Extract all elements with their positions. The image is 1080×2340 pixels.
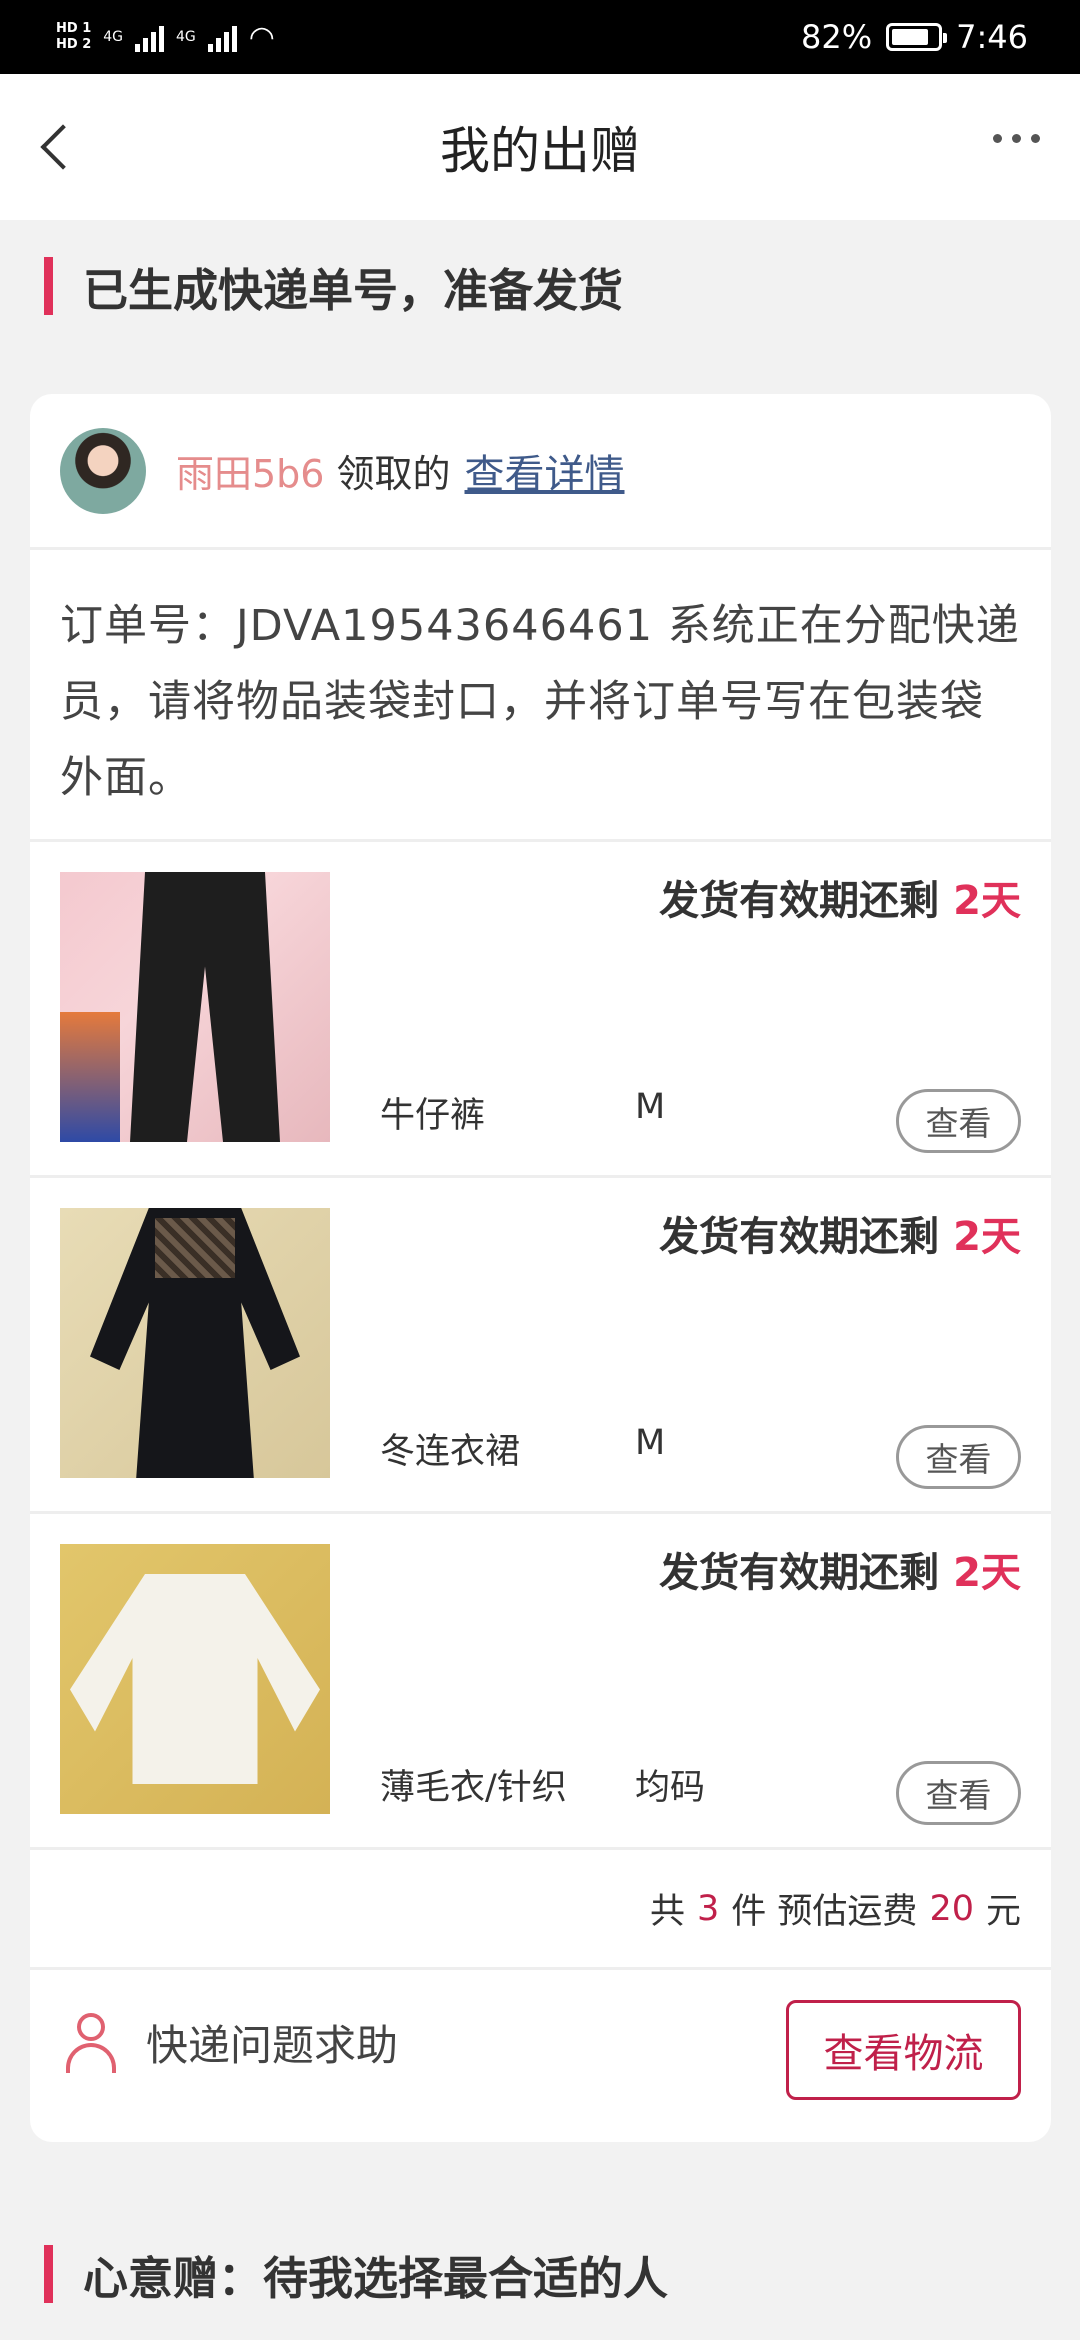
- view-details-link[interactable]: 查看详情: [465, 442, 625, 500]
- recipient-row: 雨田5b6 领取的 查看详情: [30, 394, 1051, 550]
- item-size: M: [635, 1423, 666, 1463]
- deadline-days: 2天: [953, 1550, 1021, 1596]
- item-photo[interactable]: [60, 1208, 330, 1478]
- list-item: 发货有效期还剩 2天 薄毛衣/针织 均码 查看: [30, 1514, 1051, 1850]
- back-button[interactable]: [28, 114, 88, 180]
- view-logistics-button[interactable]: 查看物流: [786, 2000, 1021, 2100]
- item-photo[interactable]: [60, 872, 330, 1142]
- signal-icon: [135, 22, 165, 52]
- status-bar: HD 1 HD 2 4G 4G ◠ 82% 7:46: [0, 0, 1080, 74]
- avatar[interactable]: [60, 427, 146, 514]
- net2-label: 4G: [176, 29, 196, 45]
- wifi-icon: ◠: [248, 19, 275, 55]
- list-item: 发货有效期还剩 2天 冬连衣裙 M 查看: [30, 1178, 1051, 1514]
- recipient-verb: 领取的: [336, 452, 451, 496]
- deadline-days: 2天: [953, 878, 1021, 924]
- more-dots-icon: [993, 134, 1002, 143]
- hd1-label: HD 1: [56, 21, 92, 36]
- section-header-shipping: 已生成快递单号，准备发货: [44, 255, 623, 317]
- clock: 7:46: [956, 18, 1028, 56]
- item-name: 冬连衣裙: [380, 1432, 521, 1472]
- shipping-fee: 20: [929, 1888, 974, 1929]
- signal-icon-2: [207, 22, 237, 52]
- status-left: HD 1 HD 2 4G 4G ◠: [56, 20, 275, 55]
- section-header-gift: 心意赠：待我选择最合适的人: [44, 2243, 668, 2305]
- net1-label: 4G: [103, 29, 124, 45]
- shipping-deadline: 发货有效期还剩 2天: [659, 868, 1021, 926]
- summary-prefix: 共: [650, 1892, 686, 1932]
- section-accent-bar: [44, 257, 53, 315]
- item-size: 均码: [635, 1768, 706, 1808]
- deadline-days: 2天: [953, 1214, 1021, 1260]
- battery-icon: [886, 23, 948, 51]
- page-title: 我的出赠: [440, 122, 640, 180]
- section-accent-bar: [44, 2245, 53, 2303]
- battery-percent: 82%: [801, 18, 873, 56]
- card-footer: 快递问题求助 查看物流: [30, 1970, 1051, 2140]
- hd2-label: HD 2: [56, 37, 92, 52]
- hd-indicator: HD 1 HD 2: [56, 21, 91, 53]
- summary-mid: 件 预估运费: [731, 1892, 918, 1932]
- view-item-button[interactable]: 查看: [896, 1089, 1021, 1153]
- order-summary: 共 3 件 预估运费 20 元: [30, 1850, 1051, 1970]
- shipping-deadline: 发货有效期还剩 2天: [659, 1540, 1021, 1598]
- order-card: 雨田5b6 领取的 查看详情 订单号：JDVA19543646461 系统正在分…: [30, 394, 1051, 2142]
- status-right: 82% 7:46: [801, 18, 1028, 56]
- nav-bar: 我的出赠: [0, 74, 1080, 220]
- item-name: 薄毛衣/针织: [380, 1768, 567, 1808]
- order-notice: 订单号：JDVA19543646461 系统正在分配快递员，请将物品装袋封口，并…: [30, 550, 1051, 842]
- chevron-left-icon: [40, 124, 86, 170]
- list-item: 发货有效期还剩 2天 牛仔裤 M 查看: [30, 842, 1051, 1178]
- section-title: 心意赠：待我选择最合适的人: [83, 2251, 669, 2305]
- item-count: 3: [697, 1888, 720, 1929]
- item-size: M: [635, 1087, 666, 1127]
- view-item-button[interactable]: 查看: [896, 1761, 1021, 1825]
- courier-help-button[interactable]: 快递问题求助: [64, 2012, 398, 2073]
- item-name: 牛仔裤: [380, 1096, 486, 1136]
- shipping-deadline: 发货有效期还剩 2天: [659, 1204, 1021, 1262]
- help-label: 快递问题求助: [146, 2021, 399, 2070]
- deadline-label: 发货有效期还剩: [659, 1214, 940, 1260]
- recipient-name[interactable]: 雨田5b6: [176, 443, 324, 498]
- deadline-label: 发货有效期还剩: [659, 878, 940, 924]
- item-photo[interactable]: [60, 1544, 330, 1814]
- view-item-button[interactable]: 查看: [896, 1425, 1021, 1489]
- deadline-label: 发货有效期还剩: [659, 1550, 940, 1596]
- more-button[interactable]: [993, 134, 1040, 143]
- person-icon: [64, 2012, 118, 2073]
- section-title: 已生成快递单号，准备发货: [83, 263, 624, 317]
- summary-suffix: 元: [985, 1892, 1021, 1932]
